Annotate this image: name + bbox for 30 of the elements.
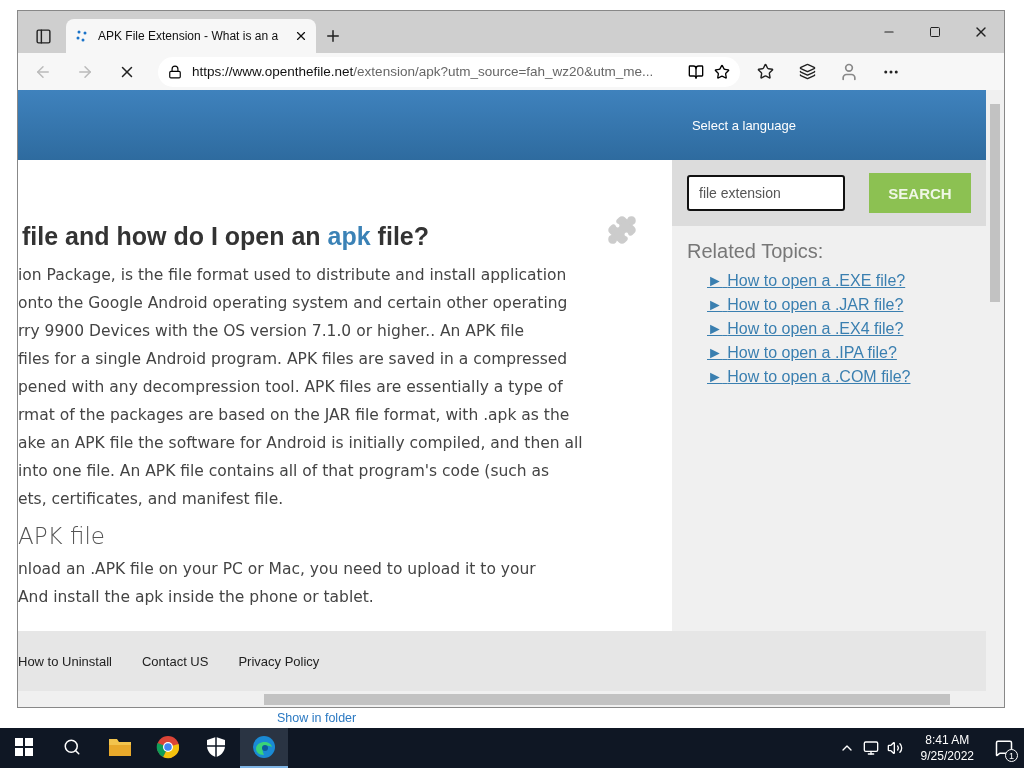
clock[interactable]: 8:41 AM 9/25/2022 (920, 732, 974, 764)
search-field[interactable]: file extension (687, 175, 845, 211)
paragraph-line: rmat of the packages are based on the JAR file format, with .apk as the (18, 405, 571, 426)
address-bar[interactable]: https://www.openthefile.net/extension/apk?utm_source=fah_wz20&utm_me... (158, 56, 740, 87)
footer-link[interactable]: How to Uninstall (18, 653, 112, 669)
paragraph-line: ets, certificates, and manifest file. (18, 489, 285, 510)
related-link[interactable]: ► How to open a .COM file? (707, 365, 986, 389)
paragraph-line: nload an .APK file on your PC or Mac, you need to upload it to your (18, 559, 537, 580)
article-heading: file and how do I open an apk file? (22, 222, 429, 251)
related-link[interactable]: ► How to open a .IPA file? (707, 341, 986, 365)
section-heading: APK file (18, 523, 107, 549)
tab-title: APK File Extension - What is an a (98, 29, 280, 43)
paragraph-line: into one file. An APK file contains all of that program's code (such as (18, 461, 551, 482)
paragraph-line: ion Package, is the file format used to distribute and install application (18, 265, 568, 286)
footer-link[interactable]: Contact US (141, 653, 209, 669)
paragraph-line: pened with any decompression tool. APK files are essentially a type of (18, 377, 564, 398)
language-link[interactable]: Select a language (691, 117, 796, 133)
related-link[interactable]: ► How to open a .JAR file? (707, 293, 986, 317)
paragraph-line: onto the Google Android operating system and certain other operating (18, 293, 569, 314)
browser-tab[interactable]: APK File Extension - What is an a (66, 19, 316, 53)
footer-link[interactable]: Privacy Policy (238, 653, 320, 669)
related-link[interactable]: ► How to open a .EX4 file? (707, 317, 986, 341)
related-title: Related Topics: (687, 240, 825, 263)
paragraph-line: rry 9900 Devices with the OS version 7.1.0 or higher.. An APK file (18, 321, 525, 342)
url-text: https://www.openthefile.net/extension/apk?utm_source=fah_wz20&utm_me... (192, 64, 654, 79)
paragraph-line: files for a single Android program. APK files are saved in a compressed (18, 349, 569, 370)
paragraph-line: And install the apk inside the phone or tablet. (18, 587, 375, 608)
related-link[interactable]: ► How to open a .EXE file? (707, 269, 986, 293)
show-in-folder-link[interactable]: Show in folder (277, 711, 357, 725)
paragraph-line: ake an APK file the software for Android is initially compiled, and then all (18, 433, 584, 454)
